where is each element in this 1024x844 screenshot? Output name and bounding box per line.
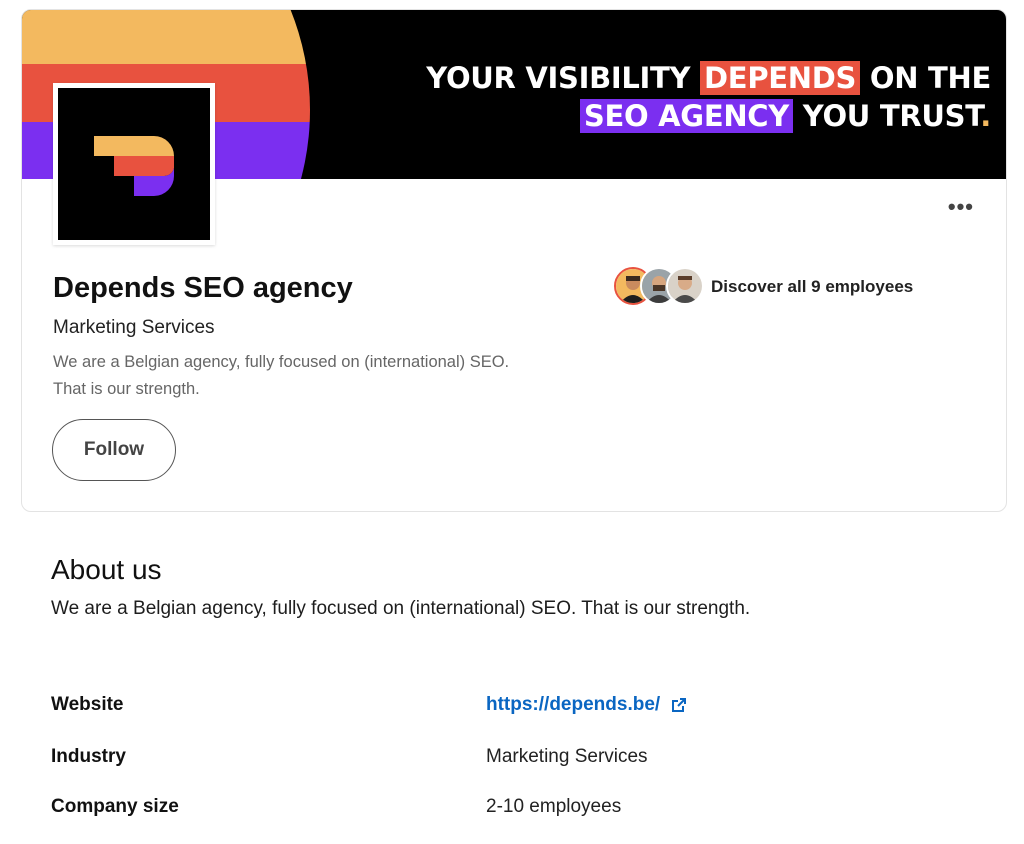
banner-line1-highlight: DEPENDS bbox=[700, 61, 861, 95]
banner-line2-highlight: SEO AGENCY bbox=[579, 99, 793, 133]
about-description: We are a Belgian agency, fully focused o… bbox=[51, 598, 751, 619]
about-section: About us We are a Belgian agency, fully … bbox=[51, 554, 991, 620]
banner-line2-b: YOU TRUST bbox=[802, 99, 981, 133]
external-link-icon[interactable] bbox=[671, 697, 687, 713]
company-card: YOUR VISIBILITY DEPENDS ON THE SEO AGENC… bbox=[21, 9, 1007, 512]
website-value: https://depends.be/ bbox=[486, 694, 687, 716]
employee-avatars bbox=[614, 267, 706, 307]
tagline-line2: That is our strength. bbox=[53, 380, 200, 398]
industry-value: Marketing Services bbox=[486, 746, 648, 767]
company-industry: Marketing Services bbox=[53, 317, 215, 338]
tagline-line1: We are a Belgian agency, fully focused o… bbox=[53, 353, 510, 371]
company-logo[interactable] bbox=[53, 83, 215, 245]
about-title: About us bbox=[51, 554, 162, 585]
company-name: Depends SEO agency bbox=[53, 272, 353, 304]
banner-line1-b: ON THE bbox=[869, 61, 991, 95]
banner-line1-a: YOUR VISIBILITY bbox=[426, 61, 691, 95]
discover-employees-label[interactable]: Discover all 9 employees bbox=[711, 277, 913, 297]
avatar bbox=[666, 267, 704, 305]
banner-slogan: YOUR VISIBILITY DEPENDS ON THE SEO AGENC… bbox=[426, 59, 991, 135]
company-tagline: We are a Belgian agency, fully focused o… bbox=[53, 349, 573, 403]
company-size-label: Company size bbox=[51, 796, 179, 817]
industry-label: Industry bbox=[51, 746, 126, 767]
more-options-icon[interactable]: ••• bbox=[948, 196, 974, 218]
banner-period: . bbox=[980, 99, 991, 133]
follow-button[interactable]: Follow bbox=[52, 419, 176, 481]
company-size-value: 2-10 employees bbox=[486, 796, 622, 817]
employees-link[interactable]: Discover all 9 employees bbox=[614, 267, 913, 307]
website-link[interactable]: https://depends.be/ bbox=[486, 694, 660, 715]
depends-logo-icon bbox=[94, 136, 174, 196]
website-label: Website bbox=[51, 694, 124, 715]
